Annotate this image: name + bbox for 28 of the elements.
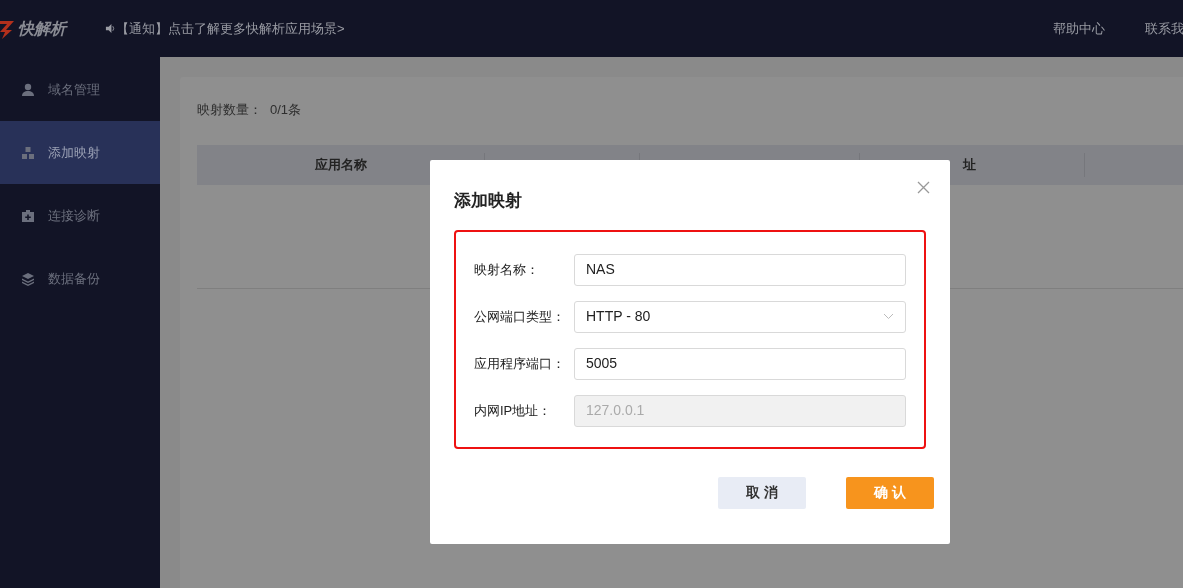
field-label: 映射名称： <box>474 260 540 279</box>
user-icon <box>21 82 35 97</box>
column-header: 址 <box>962 155 976 174</box>
dialog-title: 添加映射 <box>454 190 522 212</box>
count-value: 0/1条 <box>270 101 302 119</box>
layers-icon <box>21 271 35 286</box>
field-label: 内网IP地址： <box>474 401 553 420</box>
blocks-icon <box>21 145 35 160</box>
header-link[interactable]: 联系我 <box>1145 18 1183 39</box>
sidebar-item[interactable]: 连接诊断 <box>0 184 160 247</box>
chevron-down-icon <box>883 313 894 320</box>
port-type-select[interactable]: HTTP - 80 <box>574 300 906 333</box>
count-label: 映射数量： <box>197 101 262 119</box>
sidebar-item[interactable]: 添加映射 <box>0 121 160 184</box>
sidebar-item[interactable]: 域名管理 <box>0 58 160 121</box>
input-field[interactable]: NAS <box>574 253 906 286</box>
field-label: 公网端口类型： <box>474 307 566 326</box>
sidebar-item[interactable]: 数据备份 <box>0 247 160 310</box>
close-icon[interactable] <box>917 181 930 195</box>
input-field[interactable]: 5005 <box>574 347 906 380</box>
field-label: 应用程序端口： <box>474 354 566 373</box>
cancel-button[interactable]: 取 消 <box>718 476 806 509</box>
header-link[interactable]: 帮助中心 <box>1053 18 1105 39</box>
column-header: 应用名称 <box>314 155 367 174</box>
medical-kit-icon <box>21 208 35 223</box>
logo-text: 快解析 <box>18 18 66 39</box>
speaker-icon <box>105 23 116 34</box>
notice-link[interactable]: 【通知】点击了解更多快解析应用场景> <box>116 18 345 39</box>
